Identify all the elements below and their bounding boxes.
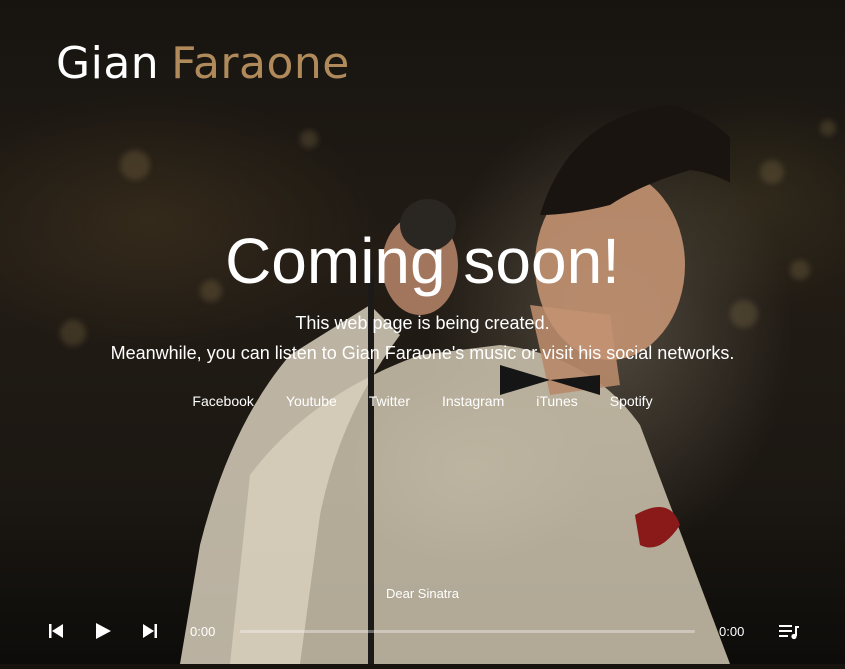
playlist-icon	[779, 625, 799, 640]
logo-last-name: Faraone	[171, 38, 350, 89]
duration-time: 0:00	[719, 624, 745, 639]
playlist-button[interactable]	[778, 621, 800, 641]
social-link-itunes[interactable]: iTunes	[536, 393, 578, 409]
current-time: 0:00	[190, 624, 216, 639]
social-links: Facebook Youtube Twitter Instagram iTune…	[0, 393, 845, 409]
play-icon	[96, 623, 111, 639]
audio-player: 0:00 0:00	[0, 610, 845, 650]
subtitle-line-2: Meanwhile, you can listen to Gian Faraon…	[110, 343, 735, 363]
social-link-facebook[interactable]: Facebook	[192, 393, 253, 409]
subtitle-line-1: This web page is being created.	[295, 313, 550, 333]
social-link-twitter[interactable]: Twitter	[369, 393, 410, 409]
progress-bar[interactable]	[240, 630, 695, 633]
social-link-instagram[interactable]: Instagram	[442, 393, 504, 409]
skip-previous-icon	[49, 624, 63, 638]
page-headline: Coming soon!	[225, 225, 620, 297]
skip-next-icon	[143, 624, 157, 638]
play-button[interactable]	[93, 621, 113, 641]
site-logo[interactable]: Gian Faraone	[56, 38, 350, 89]
social-link-youtube[interactable]: Youtube	[286, 393, 337, 409]
singer-photo	[170, 95, 760, 664]
social-link-spotify[interactable]: Spotify	[610, 393, 653, 409]
next-track-button[interactable]	[140, 621, 160, 641]
previous-track-button[interactable]	[46, 621, 66, 641]
logo-first-name: Gian	[56, 38, 160, 89]
track-title: Dear Sinatra	[386, 586, 459, 601]
